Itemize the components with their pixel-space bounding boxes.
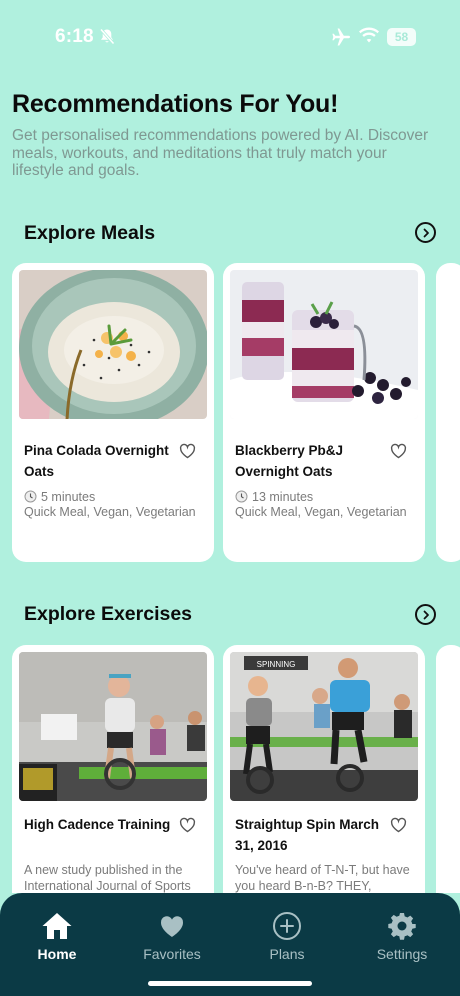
exercise-description: A new study published in the Internation…: [24, 863, 191, 893]
wifi-icon: [359, 27, 379, 43]
favorite-heart-icon[interactable]: [179, 443, 196, 459]
tab-home-label: Home: [37, 946, 77, 962]
exercise-image: SPINNING: [230, 652, 418, 801]
meals-see-all-button[interactable]: [415, 222, 436, 243]
exercise-card[interactable]: High Cadence Training A new study publis…: [12, 645, 214, 893]
recommendations-screen: 6:18 58 Recommendations For You! Get per…: [0, 0, 460, 996]
airplane-icon: [332, 28, 350, 46]
meal-title: Blackberry Pb&J Overnight Oats: [235, 443, 344, 479]
meal-image: [230, 270, 418, 419]
home-indicator: [148, 981, 312, 986]
meals-carousel[interactable]: Pina Colada Overnight Oats 5 minutes Qui…: [12, 263, 460, 563]
exercise-card[interactable]: SPINNING Straightup Spin March 31, 2016 …: [223, 645, 425, 893]
meal-image: [19, 270, 207, 419]
battery-indicator: 58: [387, 28, 416, 46]
exercises-see-all-button[interactable]: [415, 604, 436, 625]
spinning-sign-text: SPINNING: [257, 660, 296, 669]
meal-card-peek[interactable]: [436, 263, 460, 562]
meal-duration-text: 5 minutes: [41, 490, 96, 504]
meal-duration: 5 minutes: [24, 490, 204, 506]
meal-tags: Quick Meal, Vegan, Vegetarian: [235, 505, 407, 519]
favorite-heart-icon[interactable]: [390, 817, 407, 833]
exercise-title: High Cadence Training: [24, 817, 171, 832]
meal-card[interactable]: Blackberry Pb&J Overnight Oats 13 minute…: [223, 263, 425, 562]
meal-title: Pina Colada Overnight Oats: [24, 443, 169, 479]
tab-plans-label: Plans: [269, 946, 305, 962]
gear-icon: [388, 913, 416, 940]
meal-duration: 13 minutes: [235, 490, 415, 506]
clock-icon: [24, 490, 37, 503]
exercise-image: [19, 652, 207, 801]
tab-settings-label: Settings: [376, 946, 428, 962]
home-icon: [42, 913, 72, 939]
bell-slash-icon: [99, 28, 115, 45]
status-time: 6:18: [55, 26, 94, 47]
exercise-title: Straightup Spin March 31, 2016: [235, 817, 380, 853]
heart-icon: [160, 916, 184, 937]
favorite-heart-icon[interactable]: [179, 817, 196, 833]
tab-favorites[interactable]: Favorites: [122, 911, 222, 962]
exercise-card-peek[interactable]: [436, 645, 460, 893]
page-title: Recommendations For You!: [12, 90, 339, 118]
tab-settings[interactable]: Settings: [352, 911, 452, 962]
meal-duration-text: 13 minutes: [252, 490, 314, 504]
meals-section-title: Explore Meals: [24, 222, 156, 244]
exercises-carousel[interactable]: High Cadence Training A new study publis…: [12, 645, 460, 893]
chevron-right-icon: [423, 610, 429, 619]
exercises-section-title: Explore Exercises: [24, 603, 193, 625]
meal-card[interactable]: Pina Colada Overnight Oats 5 minutes Qui…: [12, 263, 214, 562]
status-bar: 6:18 58: [0, 0, 460, 72]
clock-icon: [235, 490, 248, 503]
chevron-right-icon: [423, 228, 429, 237]
page-subtitle: Get personalised recommendations powered…: [12, 127, 429, 179]
tab-home[interactable]: Home: [7, 911, 107, 962]
favorite-heart-icon[interactable]: [390, 443, 407, 459]
bottom-tab-bar: Home Favorites Plans Settings: [0, 893, 460, 996]
tab-favorites-label: Favorites: [143, 946, 201, 962]
meal-tags: Quick Meal, Vegan, Vegetarian: [24, 505, 196, 519]
exercise-description: You've heard of T-N-T, but have you hear…: [235, 863, 410, 893]
plus-circle-icon: [273, 912, 301, 940]
tab-plans[interactable]: Plans: [237, 911, 337, 962]
